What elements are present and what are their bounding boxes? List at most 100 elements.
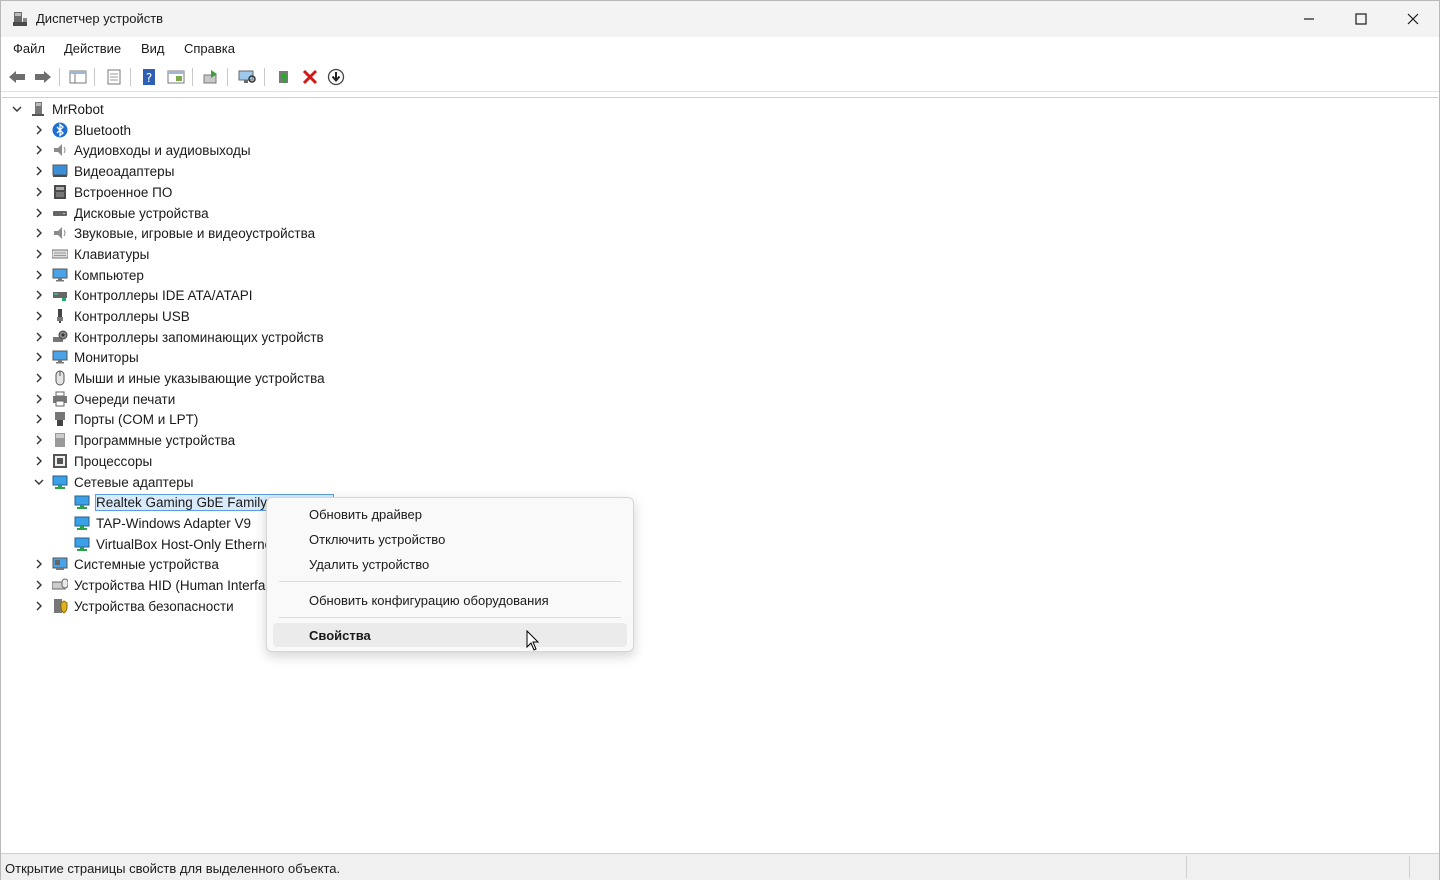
chevron-right-icon[interactable] (32, 226, 46, 240)
menu-action[interactable]: Действие (64, 41, 121, 56)
tree-category[interactable]: Компьютер (32, 265, 144, 285)
chevron-right-icon[interactable] (32, 433, 46, 447)
chevron-down-icon[interactable] (32, 475, 46, 489)
chevron-right-icon[interactable] (32, 309, 46, 323)
chevron-down-icon[interactable] (10, 102, 24, 116)
chevron-right-icon[interactable] (32, 268, 46, 282)
chevron-right-icon[interactable] (32, 392, 46, 406)
help-button[interactable]: ? (139, 67, 159, 87)
disable-button[interactable] (326, 67, 346, 87)
tree-category[interactable]: Контроллеры запоминающих устройств (32, 327, 324, 347)
chevron-right-icon[interactable] (32, 557, 46, 571)
tree-item-label: Очереди печати (74, 391, 176, 407)
tree-item-label: Порты (COM и LPT) (74, 411, 199, 427)
back-button[interactable] (7, 67, 27, 87)
menu-separator (279, 617, 621, 618)
tree-category[interactable]: Bluetooth (32, 120, 131, 140)
chevron-right-icon[interactable] (32, 206, 46, 220)
menu-scan-hardware[interactable]: Обновить конфигурацию оборудования (273, 588, 627, 612)
menu-separator (279, 581, 621, 582)
tree-category[interactable]: Программные устройства (32, 430, 235, 450)
maximize-button[interactable] (1335, 1, 1387, 37)
tree-category[interactable]: Видеоадаптеры (32, 161, 174, 181)
tree-item-label: Клавиатуры (74, 246, 150, 262)
uninstall-icon (302, 69, 318, 85)
chevron-right-icon[interactable] (32, 454, 46, 468)
menu-disable-device[interactable]: Отключить устройство (273, 527, 627, 551)
chevron-right-icon[interactable] (32, 164, 46, 178)
chevron-right-icon[interactable] (32, 288, 46, 302)
network-icon (74, 536, 90, 552)
menu-uninstall-device[interactable]: Удалить устройство (273, 552, 627, 576)
chevron-right-icon[interactable] (32, 412, 46, 426)
tree-category[interactable]: Порты (COM и LPT) (32, 409, 198, 429)
tree-category[interactable]: Контроллеры USB (32, 306, 190, 326)
tree-category[interactable]: Процессоры (32, 451, 152, 471)
tree-item-label: Звуковые, игровые и видеоустройства (74, 225, 316, 241)
tree-item-label: Процессоры (74, 453, 153, 469)
chevron-right-icon[interactable] (32, 185, 46, 199)
chevron-right-icon[interactable] (32, 247, 46, 261)
forward-button[interactable] (33, 67, 53, 87)
tree-device[interactable]: TAP-Windows Adapter V9 (74, 513, 251, 533)
menu-file[interactable]: Файл (13, 41, 45, 56)
svg-text:?: ? (146, 71, 152, 85)
refresh-button[interactable] (201, 67, 221, 87)
computer-icon (30, 101, 46, 117)
tree-category[interactable]: Клавиатуры (32, 244, 149, 264)
tree-item-label: Bluetooth (74, 122, 132, 138)
tree-category[interactable]: Дисковые устройства (32, 203, 209, 223)
chevron-right-icon[interactable] (32, 123, 46, 137)
uninstall-button[interactable] (300, 67, 320, 87)
tree-item-label: Контроллеры USB (74, 308, 190, 324)
chevron-right-icon[interactable] (32, 371, 46, 385)
tree-item-label: Аудиовходы и аудиовыходы (74, 142, 251, 158)
status-pane-divider (1409, 856, 1410, 878)
minimize-icon (1304, 18, 1314, 20)
tree-item-label: Мыши и иные указывающие устройства (74, 370, 325, 386)
chevron-right-icon[interactable] (32, 330, 46, 344)
disk-icon (52, 205, 68, 221)
menu-view[interactable]: Вид (141, 41, 165, 56)
toolbar-separator (264, 68, 265, 86)
tree-item-label: Системные устройства (74, 556, 219, 572)
chevron-right-icon[interactable] (32, 350, 46, 364)
speaker-icon (52, 225, 68, 241)
chevron-right-icon[interactable] (32, 599, 46, 613)
toolbar-separator (227, 68, 228, 86)
back-icon (9, 71, 25, 83)
properties-icon (107, 69, 121, 85)
show-hide-tree-button[interactable] (68, 67, 88, 87)
action-view-button[interactable] (166, 67, 186, 87)
title-bar: Диспетчер устройств (1, 1, 1439, 37)
close-button[interactable] (1387, 1, 1439, 37)
tree-category[interactable]: Устройства безопасности (32, 596, 234, 616)
scan-hardware-button[interactable] (237, 67, 257, 87)
toolbar: ? (1, 63, 1439, 92)
tree-root[interactable]: MrRobot (10, 99, 104, 119)
chevron-right-icon[interactable] (32, 578, 46, 592)
tree-category[interactable]: Звуковые, игровые и видеоустройства (32, 223, 315, 243)
maximize-icon (1355, 13, 1367, 25)
tree-item-label: Программные устройства (74, 432, 236, 448)
minimize-button[interactable] (1283, 1, 1335, 37)
cpu-icon (52, 453, 68, 469)
tree-category[interactable]: Сетевые адаптеры (32, 472, 193, 492)
properties-button[interactable] (104, 67, 124, 87)
device-tree[interactable]: MrRobot Bluetooth Аудиовходы и аудиовыход… (2, 97, 1438, 852)
menu-help[interactable]: Справка (184, 41, 235, 56)
update-driver-button[interactable] (274, 67, 294, 87)
tree-category[interactable]: Мониторы (32, 347, 139, 367)
menu-properties[interactable]: Свойства (273, 623, 627, 647)
tree-category[interactable]: Системные устройства (32, 554, 219, 574)
bluetooth-icon (52, 122, 68, 138)
tree-item-label: Встроенное ПО (74, 184, 173, 200)
action-view-icon (167, 70, 185, 84)
menu-update-driver[interactable]: Обновить драйвер (273, 502, 627, 526)
tree-category[interactable]: Мыши и иные указывающие устройства (32, 368, 325, 388)
tree-category[interactable]: Встроенное ПО (32, 182, 172, 202)
chevron-right-icon[interactable] (32, 143, 46, 157)
tree-category[interactable]: Аудиовходы и аудиовыходы (32, 140, 251, 160)
tree-category[interactable]: Контроллеры IDE ATA/ATAPI (32, 285, 252, 305)
tree-category[interactable]: Очереди печати (32, 389, 175, 409)
